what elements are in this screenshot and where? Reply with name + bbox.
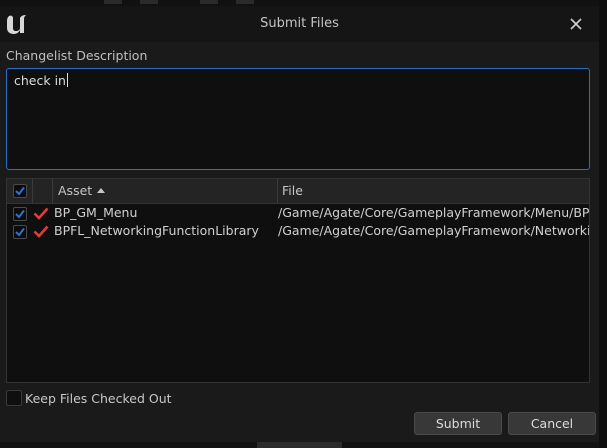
asset-name: BP_GM_Menu	[54, 205, 138, 220]
file-path: /Game/Agate/Core/GameplayFramework/Netwo…	[278, 223, 589, 238]
keep-files-checked-out-checkbox[interactable]	[6, 390, 22, 406]
close-icon[interactable]	[566, 14, 586, 34]
table-row[interactable]: BPFL_NetworkingFunctionLibrary /Game/Aga…	[7, 222, 589, 240]
file-column-header[interactable]: File	[282, 179, 303, 203]
table-header: Asset File	[7, 179, 589, 204]
changelist-description-label: Changelist Description	[6, 48, 148, 63]
top-strip-tab	[200, 0, 218, 4]
top-strip-tab	[140, 0, 158, 4]
bottom-strip	[0, 442, 599, 448]
column-divider[interactable]	[277, 179, 278, 203]
changelist-description-text: check in	[14, 73, 68, 88]
window-edge	[599, 0, 607, 448]
file-path: /Game/Agate/Core/GameplayFramework/Menu/…	[278, 205, 589, 220]
dialog-title: Submit Files	[260, 16, 339, 31]
sort-ascending-icon	[97, 188, 105, 193]
changelist-description-input[interactable]: check in	[6, 68, 590, 170]
column-divider	[32, 179, 33, 203]
row-checkbox[interactable]	[13, 225, 27, 239]
table-row[interactable]: BP_GM_Menu /Game/Agate/Core/GameplayFram…	[7, 204, 589, 222]
bottom-strip-segment	[257, 442, 342, 448]
title-bar[interactable]: Submit Files	[0, 6, 599, 42]
select-all-checkbox[interactable]	[13, 184, 27, 198]
column-divider	[52, 179, 53, 203]
top-strip-tab	[236, 0, 254, 4]
files-table: Asset File BP_GM_Menu /Game/Agate/Core/G…	[6, 178, 590, 383]
checked-out-icon	[33, 225, 49, 238]
checkmark-icon	[15, 186, 25, 196]
checked-out-icon	[33, 207, 49, 220]
row-checkbox[interactable]	[13, 207, 27, 221]
top-strip-tab	[104, 0, 122, 4]
keep-files-checked-out-label[interactable]: Keep Files Checked Out	[25, 391, 172, 406]
checkmark-icon	[15, 209, 25, 219]
cancel-button[interactable]: Cancel	[508, 412, 596, 435]
checkmark-icon	[15, 227, 25, 237]
text-caret	[66, 73, 68, 87]
changelist-description-value: check in	[14, 73, 66, 88]
submit-button[interactable]: Submit	[414, 412, 502, 435]
asset-column-header[interactable]: Asset	[58, 179, 92, 203]
asset-name: BPFL_NetworkingFunctionLibrary	[54, 223, 259, 238]
